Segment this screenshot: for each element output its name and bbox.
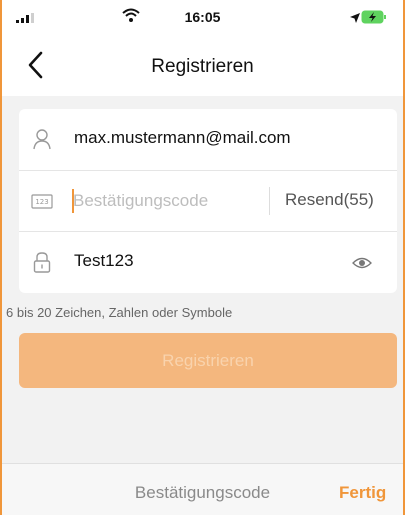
- page-title: Registrieren: [151, 56, 254, 77]
- email-field[interactable]: max.mustermann@mail.com: [74, 128, 291, 148]
- register-button[interactable]: Registrieren: [19, 333, 397, 388]
- password-hint: 6 bis 20 Zeichen, Zahlen oder Symbole: [6, 305, 233, 320]
- verification-code-input[interactable]: [71, 185, 261, 217]
- password-field[interactable]: Test123: [74, 251, 134, 271]
- battery-charging-icon: [361, 10, 386, 24]
- location-icon: [350, 13, 360, 23]
- verification-code-row[interactable]: 123 Resend(55): [19, 170, 397, 231]
- status-time: 16:05: [184, 9, 221, 25]
- registration-card: max.mustermann@mail.com 123 Resend(55) T…: [19, 109, 397, 293]
- text-cursor: [72, 189, 74, 213]
- form-area: max.mustermann@mail.com 123 Resend(55) T…: [0, 96, 405, 463]
- password-row[interactable]: Test123: [19, 231, 397, 292]
- email-row[interactable]: max.mustermann@mail.com: [19, 109, 397, 170]
- navigation-bar: Registrieren: [0, 36, 405, 96]
- resend-button[interactable]: Resend(55): [285, 190, 374, 210]
- user-icon: [33, 129, 51, 150]
- field-divider: [269, 187, 270, 215]
- lock-icon: [33, 252, 51, 273]
- status-bar: 16:05: [0, 0, 405, 36]
- svg-text:123: 123: [35, 198, 48, 206]
- eye-icon[interactable]: [352, 253, 372, 273]
- keyboard-toolbar: Bestätigungscode Fertig: [0, 463, 405, 515]
- code-123-icon: 123: [31, 194, 53, 209]
- done-button[interactable]: Fertig: [339, 483, 386, 503]
